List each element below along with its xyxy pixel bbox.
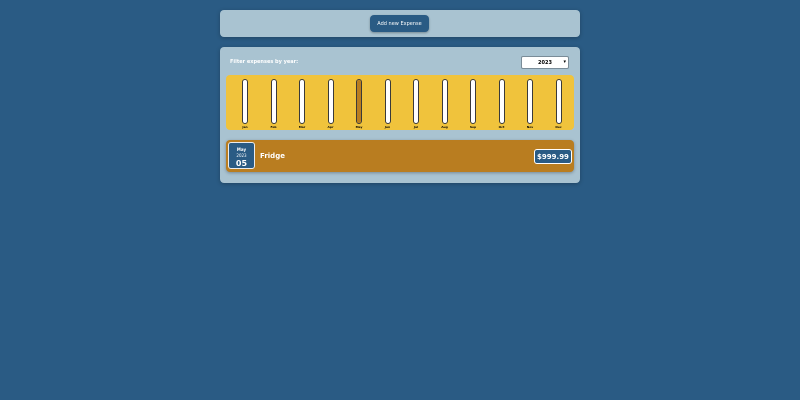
- chart-bar-label: Apr: [327, 125, 334, 129]
- chart-bar-mar: Mar: [295, 79, 309, 129]
- chart-bar-label: Dec: [555, 125, 562, 129]
- chart-bar-track: [555, 79, 562, 124]
- chart-bar-jun: Jun: [381, 79, 395, 129]
- selected-year: 2023: [538, 59, 552, 66]
- chart-bar-oct: Oct: [495, 79, 509, 129]
- chart-bar-label: Jun: [384, 125, 391, 129]
- expenses-chart: Jan Feb Mar Apr May Jun Jul Aug Sep Oct Nov Dec: [226, 75, 574, 130]
- chart-bar-nov: Nov: [523, 79, 537, 129]
- expense-date: May 2023 05: [228, 142, 255, 169]
- chart-bar-track: [299, 79, 305, 124]
- year-filter-select[interactable]: 2023 ▾: [521, 56, 569, 69]
- chart-bar-aug: Aug: [438, 79, 452, 129]
- expense-price: $999.99: [534, 149, 572, 164]
- chart-bar-sep: Sep: [466, 79, 480, 129]
- chart-bar-track: [470, 79, 476, 124]
- chart-bar-label: Mar: [298, 125, 306, 129]
- expense-date-year: 2023: [236, 153, 247, 158]
- chart-bar-jan: Jan: [238, 79, 252, 129]
- chart-bar-label: Nov: [526, 125, 534, 129]
- chart-bar-track: [270, 79, 277, 124]
- chart-bar-fill: [357, 80, 361, 123]
- chart-bar-track: [384, 79, 391, 124]
- chart-bar-may: May: [352, 79, 366, 129]
- chart-bar-track: [498, 79, 505, 124]
- chart-bar-track: [413, 79, 419, 124]
- expense-date-month: May: [236, 147, 247, 152]
- chart-bar-label: Sep: [469, 125, 477, 129]
- expense-title: Fridge: [260, 152, 285, 160]
- chart-bar-dec: Dec: [552, 79, 566, 129]
- chart-bar-label: Aug: [441, 125, 448, 129]
- chevron-down-icon: ▾: [563, 59, 566, 65]
- chart-bar-track: [527, 79, 533, 124]
- chart-bar-track: [356, 79, 362, 124]
- chart-bar-apr: Apr: [324, 79, 338, 129]
- add-new-expense-button[interactable]: Add new Expense: [370, 15, 429, 32]
- chart-bar-label: May: [355, 125, 363, 129]
- expense-item: May 2023 05 Fridge $999.99: [226, 140, 574, 172]
- new-expense-card: Add new Expense: [220, 10, 580, 37]
- expenses-card: Filter expenses by year: 2023 ▾ Jan Feb Ma…: [220, 47, 580, 183]
- chart-bar-label: Jan: [242, 125, 248, 129]
- chart-bar-label: Feb: [270, 125, 277, 129]
- chart-bar-feb: Feb: [267, 79, 281, 129]
- chart-bar-track: [242, 79, 248, 124]
- chart-bar-track: [327, 79, 334, 124]
- expense-date-day: 05: [235, 159, 248, 168]
- filter-label: Filter expenses by year:: [230, 59, 299, 65]
- chart-bar-label: Oct: [498, 125, 505, 129]
- chart-bar-jul: Jul: [409, 79, 423, 129]
- chart-bar-track: [441, 79, 448, 124]
- chart-bar-label: Jul: [413, 125, 419, 129]
